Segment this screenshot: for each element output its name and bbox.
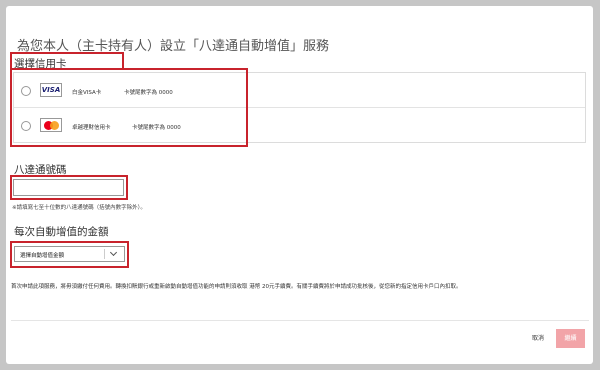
amount-select-highlight (10, 241, 129, 268)
card-list-highlight (10, 68, 248, 147)
octopus-number-hint: ※請填寫七至十位數的八達通號碼（括號內數字除外）。 (12, 205, 146, 211)
octopus-input-highlight (10, 175, 128, 200)
cancel-button[interactable]: 取消 (532, 333, 544, 342)
fee-notice: 首次申請此項服務，將毋須繳付任何費用。轉換扣賬銀行或重新啟動自動增值功能的申請則… (11, 284, 462, 290)
footer-divider (11, 320, 589, 321)
amount-label: 每次自動增值的金額 (14, 226, 109, 238)
continue-button[interactable]: 繼續 (556, 329, 585, 348)
